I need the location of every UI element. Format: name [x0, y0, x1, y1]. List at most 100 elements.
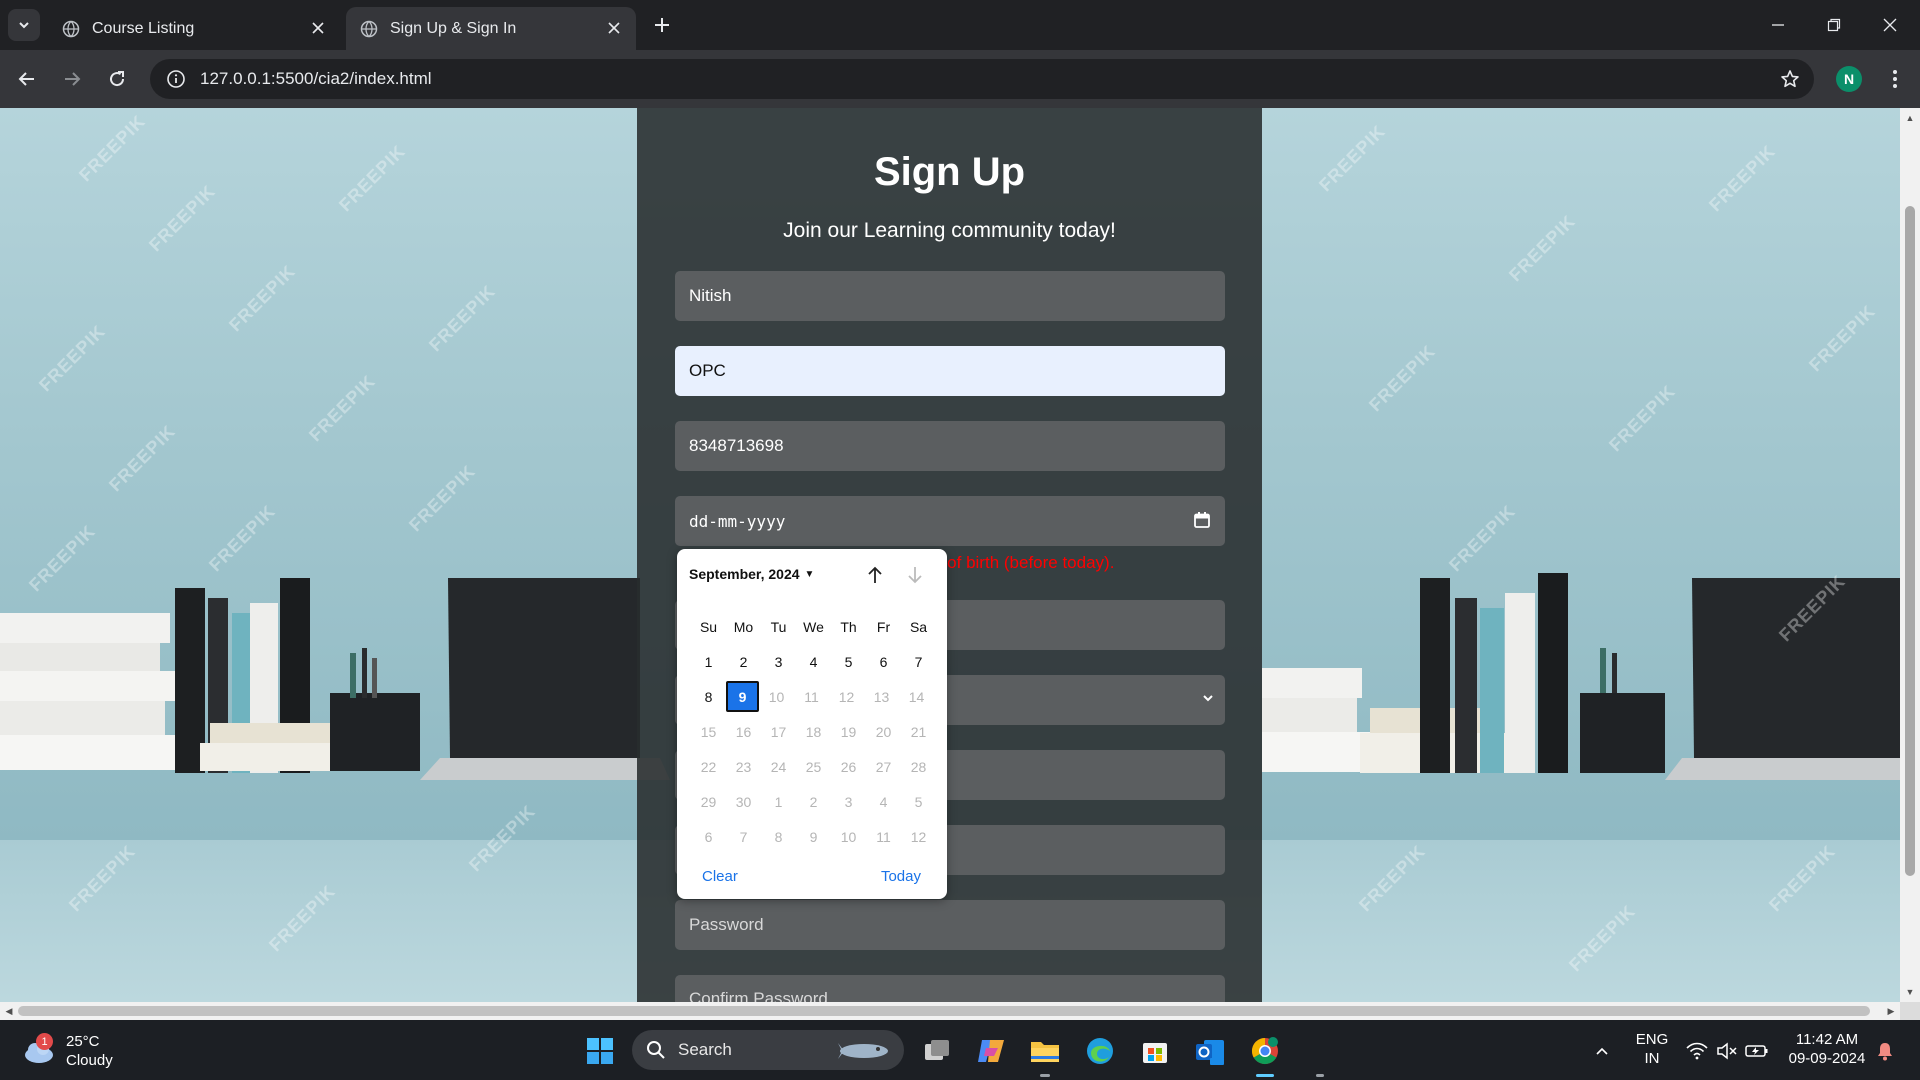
profile-avatar[interactable]: N [1836, 66, 1862, 92]
chrome-icon[interactable] [1248, 1034, 1282, 1068]
edge-browser-icon[interactable] [1083, 1034, 1117, 1068]
forward-button[interactable] [56, 63, 88, 95]
browser-menu-button[interactable] [1880, 64, 1910, 94]
scroll-up-arrow-icon[interactable]: ▲ [1900, 110, 1920, 126]
copilot-icon[interactable] [974, 1034, 1008, 1068]
language-code: ENG [1635, 1031, 1669, 1048]
calendar-day[interactable]: 17 [761, 716, 796, 747]
windows-start-icon[interactable] [583, 1034, 617, 1068]
calendar-day[interactable]: 10 [759, 681, 794, 712]
calendar-day[interactable]: 3 [761, 646, 796, 677]
calendar-day[interactable]: 2 [726, 646, 761, 677]
tab-search-button[interactable] [8, 9, 40, 41]
calendar-day[interactable]: 18 [796, 716, 831, 747]
url-text: 127.0.0.1:5500/cia2/index.html [200, 69, 432, 88]
volume-muted-icon[interactable] [1710, 1034, 1744, 1068]
restore-button[interactable] [1806, 0, 1862, 50]
calendar-day[interactable]: 5 [831, 646, 866, 677]
calendar-day[interactable]: 25 [796, 751, 831, 782]
calendar-day[interactable]: 13 [864, 681, 899, 712]
back-button[interactable] [11, 63, 43, 95]
site-info-icon[interactable] [156, 59, 196, 99]
calendar-day[interactable]: 26 [831, 751, 866, 782]
bookmark-star-icon[interactable] [1778, 67, 1802, 91]
more-vertical-icon [1893, 70, 1897, 88]
calendar-day[interactable]: 24 [761, 751, 796, 782]
calendar-day[interactable]: 4 [796, 646, 831, 677]
outlook-icon[interactable] [1193, 1034, 1227, 1068]
close-tab-icon[interactable] [604, 18, 624, 38]
calendar-day[interactable]: 20 [866, 716, 901, 747]
calendar-day[interactable]: 15 [691, 716, 726, 747]
scroll-left-arrow-icon[interactable]: ◀ [0, 1002, 18, 1020]
tab-course-listing[interactable]: Course Listing [48, 7, 340, 50]
microsoft-store-icon[interactable] [1138, 1034, 1172, 1068]
address-bar[interactable]: 127.0.0.1:5500/cia2/index.html [150, 59, 1814, 99]
calendar-icon[interactable] [1193, 511, 1211, 529]
reload-button[interactable] [101, 63, 133, 95]
notification-bell-icon[interactable] [1868, 1034, 1902, 1068]
horizontal-scroll-thumb[interactable] [18, 1006, 1870, 1016]
calendar-day[interactable]: 7 [726, 821, 761, 852]
file-explorer-icon[interactable] [1028, 1034, 1062, 1068]
calendar-day[interactable]: 8 [691, 681, 726, 712]
system-clock[interactable]: 11:42 AM 09-09-2024 [1782, 1030, 1872, 1068]
vertical-scrollbar[interactable]: ▲ ▼ [1900, 108, 1920, 1002]
calendar-day[interactable]: 3 [831, 786, 866, 817]
taskbar-search[interactable]: Search [632, 1030, 904, 1070]
first-name-field[interactable]: Nitish [675, 271, 1225, 321]
horizontal-scrollbar[interactable]: ◀ ▶ [0, 1002, 1900, 1020]
calendar-day[interactable]: 16 [726, 716, 761, 747]
calendar-day[interactable]: 23 [726, 751, 761, 782]
next-month-button[interactable] [903, 563, 927, 587]
language-indicator[interactable]: ENG IN [1630, 1030, 1674, 1068]
clear-date-button[interactable]: Clear [702, 868, 738, 885]
calendar-day-selected[interactable]: 9 [726, 681, 759, 712]
calendar-day[interactable]: 9 [796, 821, 831, 852]
calendar-day[interactable]: 19 [831, 716, 866, 747]
confirm-password-field[interactable]: Confirm Password [675, 975, 1225, 1002]
battery-charging-icon[interactable] [1740, 1034, 1774, 1068]
chevron-up-icon[interactable] [1585, 1034, 1619, 1068]
calendar-day[interactable]: 27 [866, 751, 901, 782]
calendar-day[interactable]: 7 [901, 646, 936, 677]
last-name-field[interactable]: OPC [675, 346, 1225, 396]
new-tab-button[interactable] [648, 11, 676, 39]
weather-widget[interactable]: 1 25°C Cloudy [22, 1032, 113, 1070]
close-window-button[interactable] [1862, 0, 1918, 50]
scroll-right-arrow-icon[interactable]: ▶ [1882, 1002, 1900, 1020]
calendar-day[interactable]: 12 [901, 821, 936, 852]
calendar-day[interactable]: 22 [691, 751, 726, 782]
dob-field[interactable]: dd-mm-yyyy [675, 496, 1225, 546]
calendar-day[interactable]: 12 [829, 681, 864, 712]
phone-field[interactable]: 8348713698 [675, 421, 1225, 471]
calendar-day[interactable]: 2 [796, 786, 831, 817]
calendar-day[interactable]: 5 [901, 786, 936, 817]
calendar-day[interactable]: 14 [899, 681, 934, 712]
calendar-day[interactable]: 21 [901, 716, 936, 747]
calendar-day[interactable]: 11 [866, 821, 901, 852]
calendar-day[interactable]: 6 [866, 646, 901, 677]
calendar-day[interactable]: 1 [761, 786, 796, 817]
vertical-scroll-thumb[interactable] [1905, 206, 1915, 876]
scroll-down-arrow-icon[interactable]: ▼ [1900, 984, 1920, 1000]
calendar-day[interactable]: 11 [794, 681, 829, 712]
calendar-day[interactable]: 29 [691, 786, 726, 817]
calendar-day[interactable]: 6 [691, 821, 726, 852]
calendar-day[interactable]: 28 [901, 751, 936, 782]
calendar-day[interactable]: 8 [761, 821, 796, 852]
calendar-day[interactable]: 30 [726, 786, 761, 817]
calendar-day[interactable]: 10 [831, 821, 866, 852]
month-year-dropdown[interactable]: September, 2024 ▼ [689, 566, 814, 582]
wifi-icon[interactable] [1680, 1034, 1714, 1068]
tab-sign-up[interactable]: Sign Up & Sign In [346, 7, 636, 50]
previous-month-button[interactable] [863, 563, 887, 587]
minimize-button[interactable] [1750, 0, 1806, 50]
calendar-day[interactable]: 1 [691, 646, 726, 677]
password-field[interactable]: Password [675, 900, 1225, 950]
calendar-day[interactable]: 4 [866, 786, 901, 817]
chevron-down-icon [1201, 690, 1215, 710]
today-button[interactable]: Today [881, 868, 921, 885]
task-view-icon[interactable] [920, 1034, 954, 1068]
close-tab-icon[interactable] [308, 18, 328, 38]
